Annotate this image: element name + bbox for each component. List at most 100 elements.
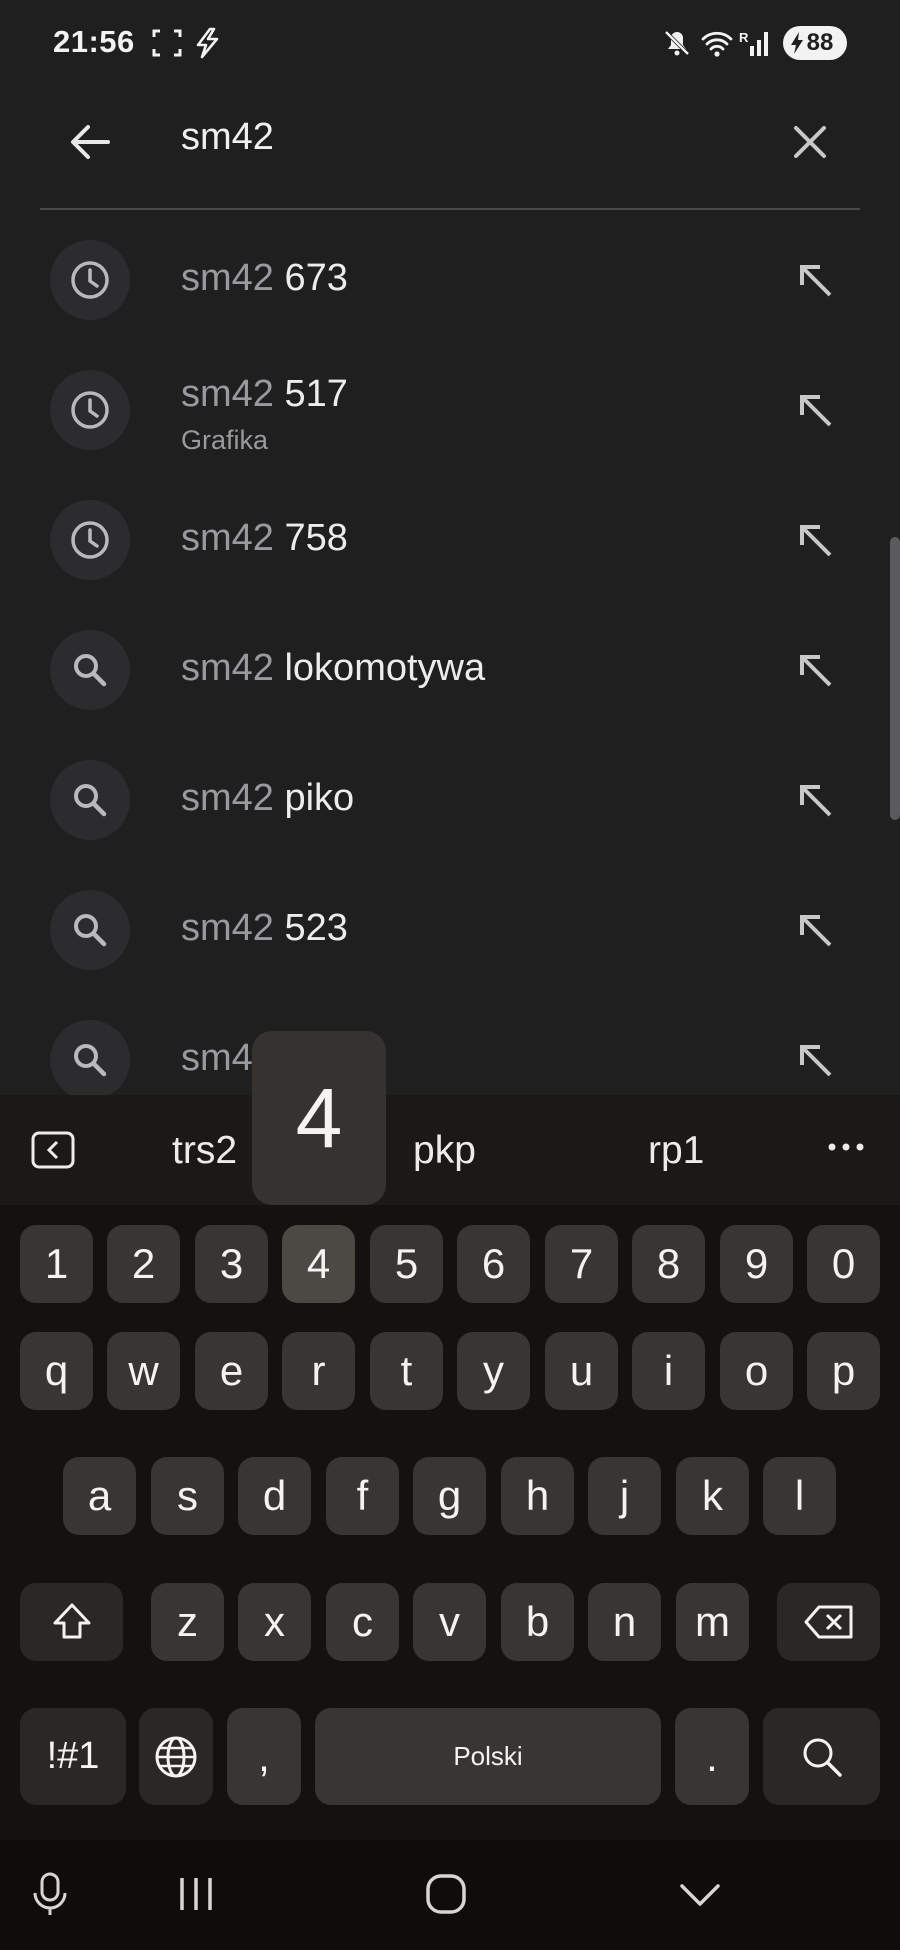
wifi-icon [701, 31, 733, 57]
fill-query-arrow-icon[interactable] [790, 515, 840, 565]
search-divider [40, 208, 860, 210]
key-g[interactable]: g [413, 1457, 486, 1535]
suggestion-item[interactable]: sm42 673 [0, 215, 900, 345]
key-u[interactable]: u [545, 1332, 618, 1410]
screenshot-frame-icon [152, 29, 182, 57]
close-icon[interactable] [780, 112, 840, 172]
key-8[interactable]: 8 [632, 1225, 705, 1303]
key-z[interactable]: z [151, 1583, 224, 1661]
symbols-key[interactable]: !#1 [20, 1708, 126, 1805]
suggestion-item[interactable]: sm42 lokomotywa [0, 605, 900, 735]
fill-query-arrow-icon[interactable] [790, 255, 840, 305]
key-4[interactable]: 4 [282, 1225, 355, 1303]
search-icon [803, 1738, 842, 1777]
hide-keyboard-icon[interactable] [674, 1868, 726, 1920]
key-l[interactable]: l [763, 1457, 836, 1535]
key-m[interactable]: m [676, 1583, 749, 1661]
key-j[interactable]: j [588, 1457, 661, 1535]
key-f[interactable]: f [326, 1457, 399, 1535]
space-key[interactable]: Polski [315, 1708, 661, 1805]
backspace-key[interactable] [777, 1583, 880, 1661]
recent-apps-icon[interactable] [170, 1868, 222, 1920]
charging-bolt-icon [196, 27, 219, 59]
search-input[interactable]: sm42 [181, 116, 274, 159]
key-e[interactable]: e [195, 1332, 268, 1410]
fill-query-arrow-icon[interactable] [790, 905, 840, 955]
suggestion-subtitle: Grafika [181, 425, 269, 455]
suggestion-label: sm42 523 [181, 907, 348, 949]
status-time: 21:56 [53, 24, 135, 59]
keyboard-suggestion[interactable]: trs2 [172, 1129, 237, 1173]
key-t[interactable]: t [370, 1332, 443, 1410]
keyboard-suggestion[interactable]: rp1 [648, 1129, 704, 1173]
battery-icon: 88 [783, 26, 847, 60]
key-y[interactable]: y [457, 1332, 530, 1410]
history-icon [50, 500, 130, 580]
key-d[interactable]: d [238, 1457, 311, 1535]
mute-icon [664, 30, 690, 56]
scrollbar[interactable] [890, 537, 900, 820]
suggestion-label: sm42 517 [181, 373, 348, 415]
suggestion-item[interactable]: sm4 [0, 995, 900, 1095]
search-icon [50, 1020, 130, 1095]
suggestion-list: sm42 673 sm42 517 Grafika sm42 758 sm42 … [0, 215, 900, 1095]
suggestion-item[interactable]: sm42 523 [0, 865, 900, 995]
key-3[interactable]: 3 [195, 1225, 268, 1303]
globe-icon [155, 1736, 197, 1777]
suggestion-item[interactable]: sm42 758 [0, 475, 900, 605]
navigation-bar [0, 1840, 900, 1950]
key-s[interactable]: s [151, 1457, 224, 1535]
backspace-icon [804, 1605, 852, 1639]
arrow-back-icon[interactable] [60, 112, 120, 172]
key-press-popup: 4 [252, 1031, 386, 1205]
more-options-icon[interactable] [824, 1125, 868, 1169]
key-k[interactable]: k [676, 1457, 749, 1535]
toolbar-toggle-icon[interactable] [30, 1130, 76, 1170]
key-q[interactable]: q [20, 1332, 93, 1410]
search-icon [50, 760, 130, 840]
home-icon[interactable] [420, 1868, 472, 1920]
key-v[interactable]: v [413, 1583, 486, 1661]
keyboard-suggestion[interactable]: pkp [413, 1129, 476, 1173]
suggestion-label: sm4 [181, 1037, 253, 1079]
key-6[interactable]: 6 [457, 1225, 530, 1303]
language-key[interactable] [139, 1708, 213, 1805]
search-key[interactable] [763, 1708, 880, 1805]
period-key[interactable]: . [675, 1708, 749, 1805]
search-icon [50, 630, 130, 710]
keyboard: trs2 pkp rp1 1 2 3 4 5 6 7 8 9 0 q w e r… [0, 1095, 900, 1840]
suggestion-label: sm42 piko [181, 777, 355, 819]
microphone-icon[interactable] [24, 1868, 76, 1920]
key-1[interactable]: 1 [20, 1225, 93, 1303]
key-c[interactable]: c [326, 1583, 399, 1661]
key-0[interactable]: 0 [807, 1225, 880, 1303]
key-n[interactable]: n [588, 1583, 661, 1661]
svg-text:R: R [739, 30, 749, 45]
suggestion-item[interactable]: sm42 517 Grafika [0, 345, 900, 475]
key-w[interactable]: w [107, 1332, 180, 1410]
key-a[interactable]: a [63, 1457, 136, 1535]
key-b[interactable]: b [501, 1583, 574, 1661]
fill-query-arrow-icon[interactable] [790, 775, 840, 825]
key-9[interactable]: 9 [720, 1225, 793, 1303]
key-r[interactable]: r [282, 1332, 355, 1410]
suggestion-label: sm42 673 [181, 257, 348, 299]
key-x[interactable]: x [238, 1583, 311, 1661]
fill-query-arrow-icon[interactable] [790, 385, 840, 435]
history-icon [50, 240, 130, 320]
shift-key[interactable] [20, 1583, 123, 1661]
key-2[interactable]: 2 [107, 1225, 180, 1303]
key-h[interactable]: h [501, 1457, 574, 1535]
key-i[interactable]: i [632, 1332, 705, 1410]
key-p[interactable]: p [807, 1332, 880, 1410]
comma-key[interactable]: , [227, 1708, 301, 1805]
fill-query-arrow-icon[interactable] [790, 1035, 840, 1085]
suggestion-item[interactable]: sm42 piko [0, 735, 900, 865]
key-o[interactable]: o [720, 1332, 793, 1410]
keyboard-suggestion-strip: trs2 pkp rp1 [0, 1095, 900, 1205]
shift-icon [53, 1603, 90, 1639]
key-5[interactable]: 5 [370, 1225, 443, 1303]
suggestion-label: sm42 758 [181, 517, 348, 559]
fill-query-arrow-icon[interactable] [790, 645, 840, 695]
key-7[interactable]: 7 [545, 1225, 618, 1303]
